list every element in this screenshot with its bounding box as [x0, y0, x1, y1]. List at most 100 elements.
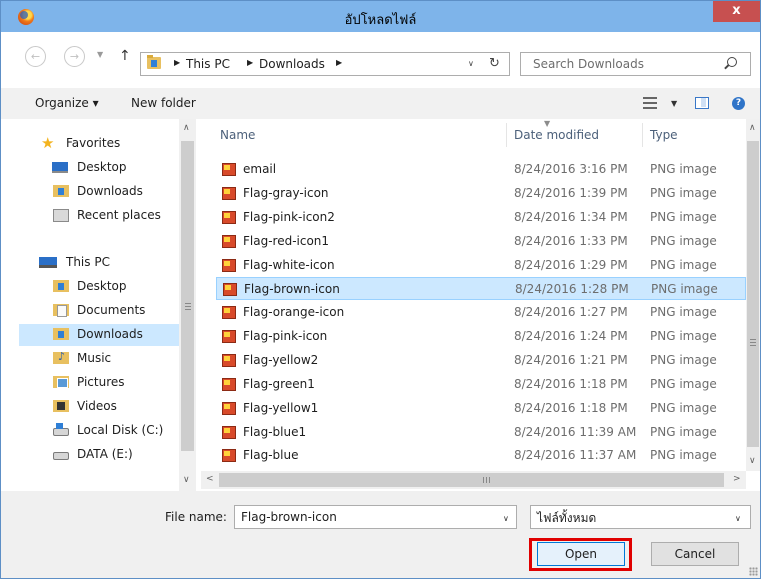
file-type: PNG image: [650, 162, 717, 176]
file-row[interactable]: email 8/24/2016 3:16 PM PNG image: [216, 158, 746, 181]
png-image-icon: [222, 259, 236, 272]
file-name-value: Flag-brown-icon: [241, 510, 337, 524]
sidebar-item-videos[interactable]: Videos: [19, 396, 195, 418]
close-button[interactable]: x: [713, 1, 760, 22]
new-folder-button[interactable]: New folder: [131, 96, 196, 110]
file-date: 8/24/2016 11:37 AM: [514, 448, 637, 462]
resize-grip-icon[interactable]: [749, 567, 758, 576]
sidebar-item-pictures[interactable]: Pictures: [19, 372, 195, 394]
file-name: Flag-white-icon: [243, 258, 335, 272]
column-header-name[interactable]: Name: [220, 128, 255, 142]
file-row[interactable]: Flag-blue1 8/24/2016 11:39 AM PNG image: [216, 421, 746, 444]
star-icon: ★: [41, 134, 55, 152]
breadcrumb-separator-icon[interactable]: ▶: [336, 58, 342, 67]
file-row[interactable]: Flag-pink-icon 8/24/2016 1:24 PM PNG ima…: [216, 325, 746, 348]
scroll-grip-icon: [483, 477, 490, 483]
sidebar-item-downloads-folder[interactable]: Downloads: [19, 324, 195, 346]
navigation-pane-scroll-thumb[interactable]: [181, 141, 194, 451]
scroll-left-icon[interactable]: <: [206, 474, 214, 484]
png-image-icon: [222, 163, 236, 176]
search-icon[interactable]: [727, 57, 737, 67]
file-name-label: File name:: [165, 510, 227, 524]
address-bar[interactable]: ▶ This PC ▶ Downloads ▶ ∨ ↻: [140, 52, 510, 76]
sidebar-item-local-disk-c[interactable]: Local Disk (C:): [19, 420, 195, 442]
png-image-icon: [222, 402, 236, 415]
window-title: อัปโหลดไฟล์: [344, 13, 417, 28]
file-row-selected[interactable]: Flag-brown-icon 8/24/2016 1:28 PM PNG im…: [216, 277, 746, 300]
file-type: PNG image: [650, 448, 717, 462]
file-row[interactable]: Flag-yellow1 8/24/2016 1:18 PM PNG image: [216, 397, 746, 420]
breadcrumb-separator-icon[interactable]: ▶: [247, 58, 253, 67]
change-view-icon[interactable]: [643, 97, 657, 109]
column-header-type[interactable]: Type: [650, 128, 678, 142]
file-list-vertical-scrollbar[interactable]: ∧ ∨: [746, 119, 760, 471]
sidebar-item-desktop-folder[interactable]: Desktop: [19, 276, 195, 298]
column-header-date-modified[interactable]: Date modified: [514, 128, 599, 142]
scroll-down-icon[interactable]: ∨: [183, 475, 190, 485]
file-row[interactable]: Flag-green1 8/24/2016 1:18 PM PNG image: [216, 373, 746, 396]
file-date: 8/24/2016 1:21 PM: [514, 353, 628, 367]
file-date: 8/24/2016 1:34 PM: [514, 210, 628, 224]
column-headers: Name ▼ Date modified Type: [201, 119, 746, 149]
breadcrumb-this-pc[interactable]: This PC: [186, 57, 230, 71]
scroll-grip-icon: [750, 339, 756, 346]
forward-arrow-icon[interactable]: →: [64, 46, 85, 67]
address-chevron-down-icon[interactable]: ∨: [468, 59, 474, 68]
file-row[interactable]: Flag-red-icon1 8/24/2016 1:33 PM PNG ima…: [216, 230, 746, 253]
organize-button[interactable]: Organize ▾: [35, 96, 99, 110]
sidebar-item-desktop[interactable]: Desktop: [19, 157, 195, 179]
file-name: Flag-pink-icon: [243, 329, 328, 343]
file-upload-dialog: อัปโหลดไฟล์ x ← → ▼ ↑ ▶ This PC ▶ Downlo…: [0, 0, 761, 579]
sidebar-item-downloads[interactable]: Downloads: [19, 181, 195, 203]
recent-locations-chevron-down-icon[interactable]: ▼: [97, 50, 103, 59]
file-type: PNG image: [650, 353, 717, 367]
file-row[interactable]: Flag-white-icon 8/24/2016 1:29 PM PNG im…: [216, 254, 746, 277]
file-type-value: ไฟล์ทั้งหมด: [537, 511, 597, 525]
open-button[interactable]: Open: [537, 542, 625, 566]
file-list-horizontal-scroll-thumb[interactable]: [219, 473, 724, 487]
scroll-up-icon[interactable]: ∧: [749, 123, 756, 133]
sidebar-item-data-e[interactable]: DATA (E:): [19, 444, 195, 466]
search-input[interactable]: Search Downloads: [520, 52, 751, 76]
file-type: PNG image: [650, 425, 717, 439]
view-options-chevron-down-icon[interactable]: ▼: [671, 99, 677, 108]
cancel-button[interactable]: Cancel: [651, 542, 739, 566]
sidebar-group-this-pc[interactable]: This PC: [19, 252, 195, 274]
breadcrumb-separator-icon[interactable]: ▶: [174, 58, 180, 67]
column-divider[interactable]: [506, 123, 507, 147]
scroll-grip-icon: [185, 303, 191, 310]
file-list-vertical-scroll-thumb[interactable]: [747, 141, 759, 447]
file-row[interactable]: Flag-pink-icon2 8/24/2016 1:34 PM PNG im…: [216, 206, 746, 229]
file-row[interactable]: Flag-gray-icon 8/24/2016 1:39 PM PNG ima…: [216, 182, 746, 205]
file-name: Flag-blue: [243, 448, 299, 462]
file-row[interactable]: Flag-blue 8/24/2016 11:37 AM PNG image: [216, 444, 746, 467]
file-list-horizontal-scrollbar[interactable]: < >: [201, 471, 746, 489]
scroll-up-icon[interactable]: ∧: [183, 123, 190, 133]
file-name: Flag-pink-icon2: [243, 210, 335, 224]
command-bar: Organize ▾ New folder ▼ ?: [1, 88, 760, 119]
file-type-chevron-down-icon[interactable]: ∨: [735, 514, 741, 523]
back-arrow-icon[interactable]: ←: [25, 46, 46, 67]
file-type-select[interactable]: ไฟล์ทั้งหมด ∨: [530, 505, 751, 529]
file-row[interactable]: Flag-yellow2 8/24/2016 1:21 PM PNG image: [216, 349, 746, 372]
breadcrumb-downloads[interactable]: Downloads: [259, 57, 325, 71]
preview-pane-icon[interactable]: [695, 97, 709, 109]
file-type: PNG image: [650, 210, 717, 224]
sidebar-item-recent-places[interactable]: Recent places: [19, 205, 195, 227]
file-name-chevron-down-icon[interactable]: ∨: [503, 514, 509, 523]
file-date: 8/24/2016 11:39 AM: [514, 425, 637, 439]
up-arrow-icon[interactable]: ↑: [119, 48, 131, 64]
file-type: PNG image: [650, 401, 717, 415]
sidebar-item-documents[interactable]: Documents: [19, 300, 195, 322]
png-image-icon: [222, 306, 236, 319]
column-divider[interactable]: [642, 123, 643, 147]
navigation-pane-scrollbar[interactable]: ∧ ∨: [179, 119, 196, 491]
scroll-right-icon[interactable]: >: [733, 474, 741, 484]
scroll-down-icon[interactable]: ∨: [749, 456, 756, 466]
refresh-icon[interactable]: ↻: [489, 56, 500, 71]
file-row[interactable]: Flag-orange-icon 8/24/2016 1:27 PM PNG i…: [216, 301, 746, 324]
title-bar[interactable]: อัปโหลดไฟล์ x: [1, 1, 760, 32]
file-name-input[interactable]: Flag-brown-icon ∨: [234, 505, 517, 529]
sidebar-item-music[interactable]: Music: [19, 348, 195, 370]
help-icon[interactable]: ?: [732, 97, 745, 110]
